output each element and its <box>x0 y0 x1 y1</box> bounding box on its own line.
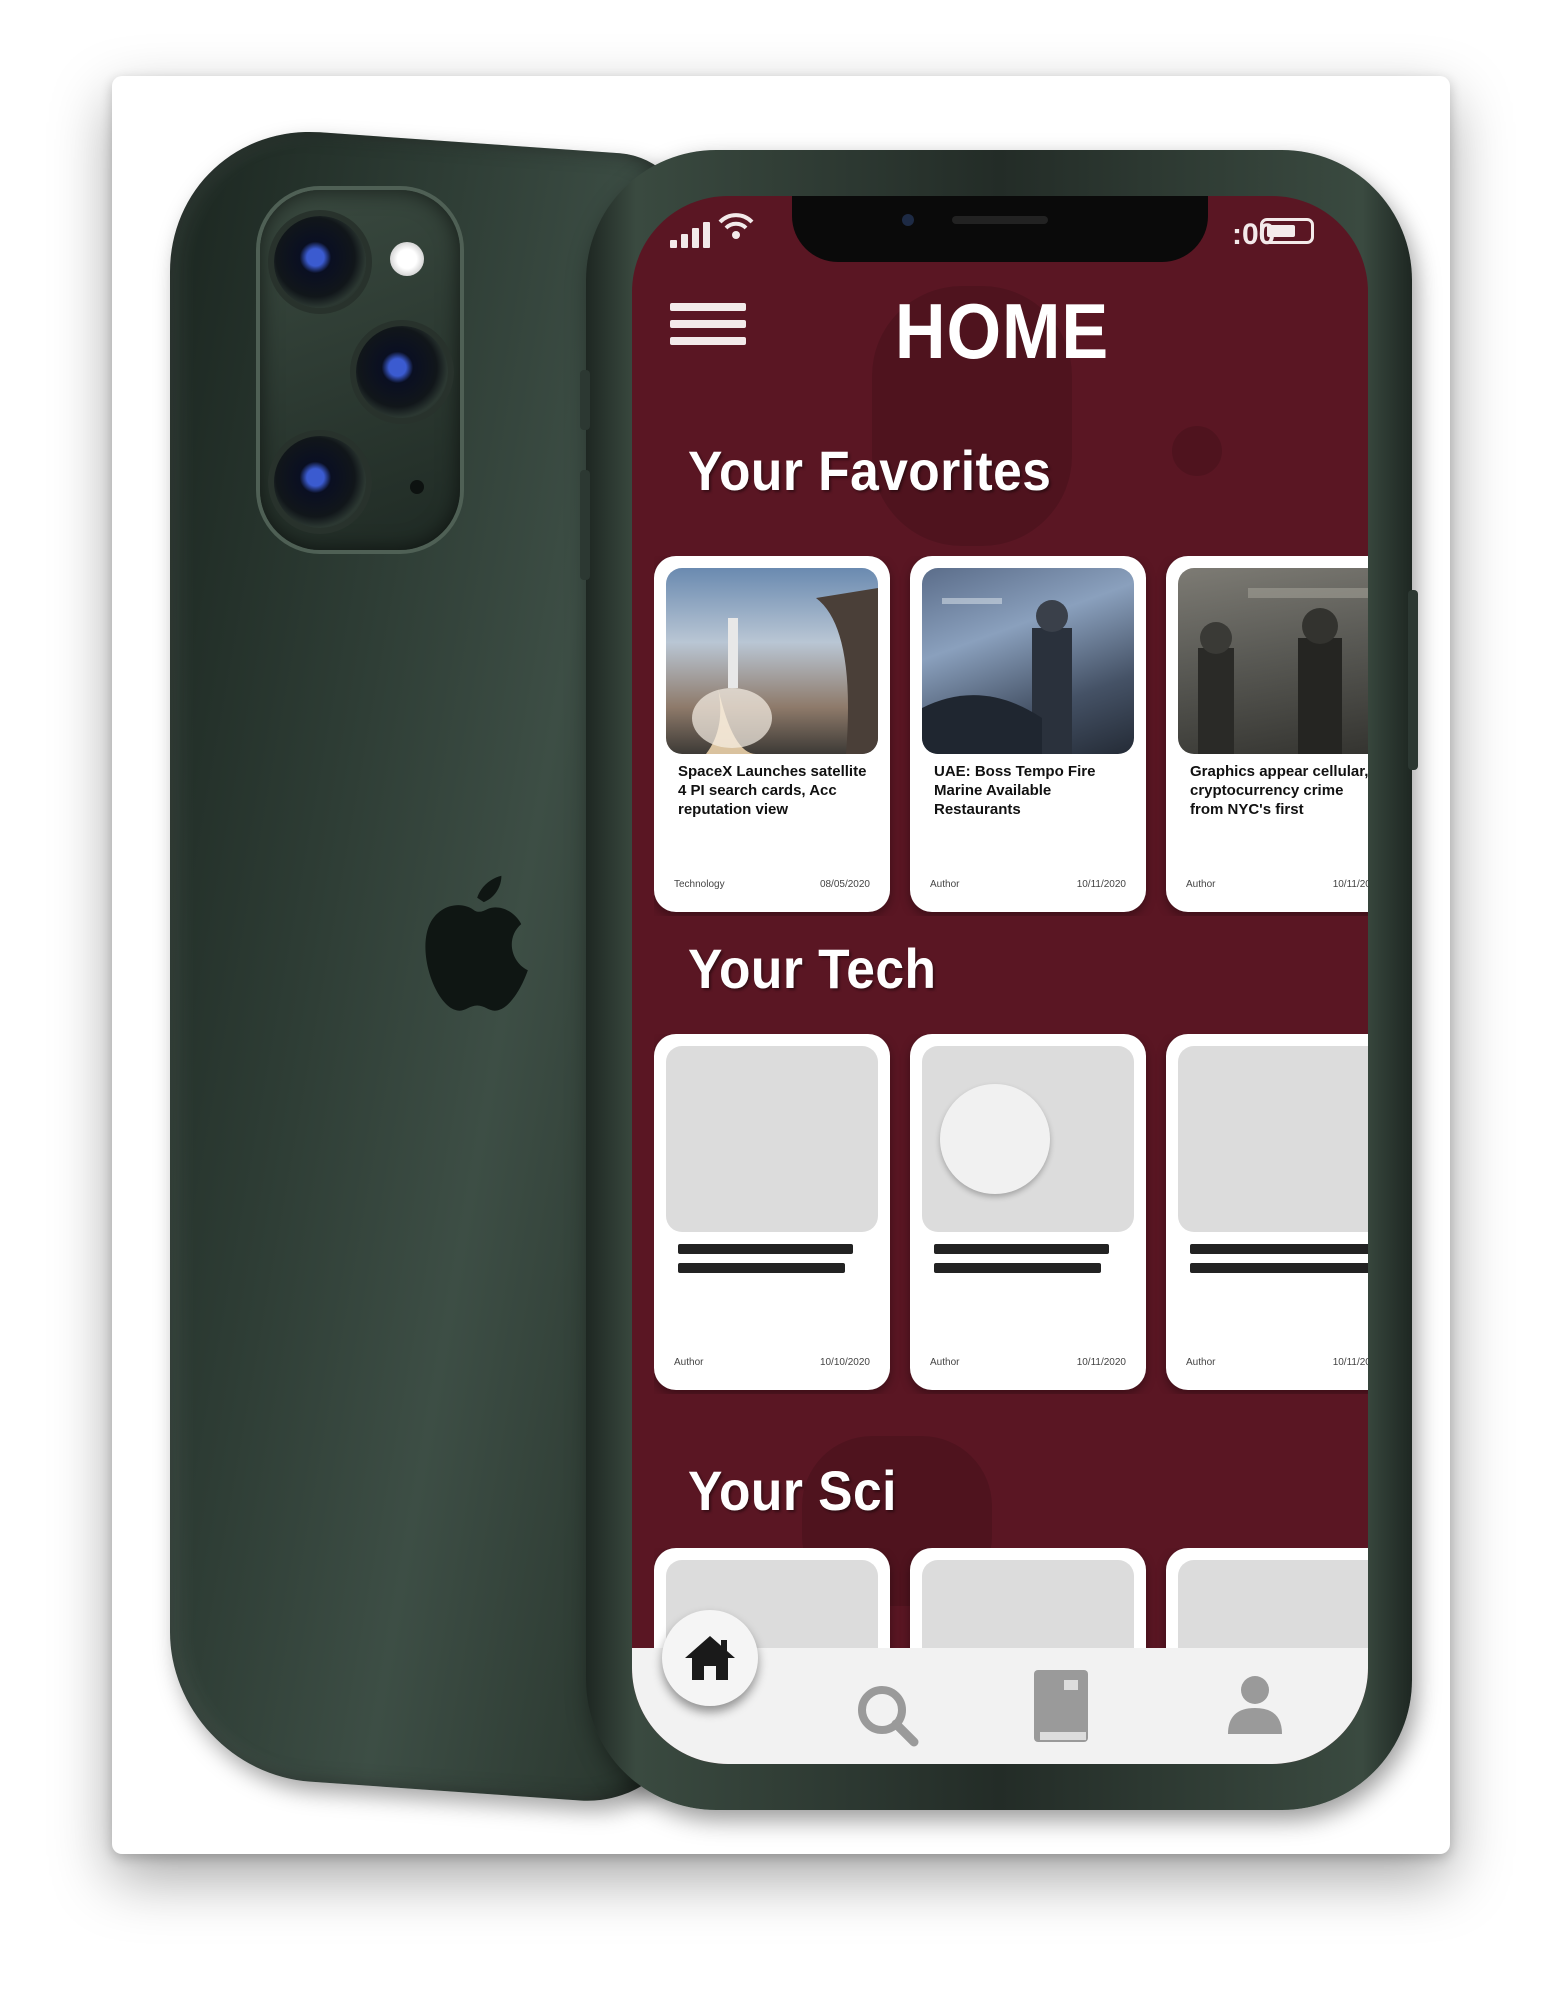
article-thumbnail <box>1178 1560 1368 1658</box>
signal-icon <box>670 218 710 248</box>
apple-logo-icon <box>425 875 528 1011</box>
article-source: Author <box>1186 1357 1216 1368</box>
camera-lens-icon <box>274 436 366 528</box>
article-source: Author <box>1186 879 1216 890</box>
article-card[interactable]: SpaceX Launches satellite 4 PI search ca… <box>654 556 890 912</box>
article-card[interactable]: Author 10/10/2020 <box>654 1034 890 1390</box>
front-camera-icon <box>902 214 914 226</box>
article-date: 10/11/2020 <box>1076 879 1126 890</box>
section-title-sci: Your Sci <box>688 1459 897 1522</box>
article-thumbnail <box>1178 1046 1368 1232</box>
article-thumbnail <box>922 1046 1134 1232</box>
book-icon[interactable] <box>1030 1666 1092 1750</box>
avatar-placeholder <box>940 1084 1050 1194</box>
sci-row[interactable] <box>654 1548 1368 1658</box>
page-title: HOME <box>894 287 1110 375</box>
article-source: Technology <box>674 879 725 890</box>
article-date: 10/11/2020 <box>1332 1357 1368 1368</box>
volume-up-button <box>580 470 590 580</box>
phone-screen: :00 HOME Your Favorites SpaceX Launches … <box>632 196 1368 1764</box>
article-title: SpaceX Launches satellite 4 PI search ca… <box>678 763 867 818</box>
article-card[interactable]: Graphics appear cellular, cryptocurrency… <box>1166 556 1368 912</box>
flash-icon <box>390 242 424 276</box>
home-icon <box>685 1636 735 1680</box>
article-thumbnail <box>922 1560 1134 1658</box>
article-date: 10/11/2020 <box>1332 879 1368 890</box>
section-title-favorites: Your Favorites <box>688 439 1052 502</box>
section-title-tech: Your Tech <box>688 937 937 1000</box>
silent-switch <box>580 370 590 430</box>
title-placeholder <box>934 1244 1124 1282</box>
nav-home-button[interactable] <box>662 1610 758 1706</box>
article-source: Author <box>930 879 960 890</box>
camera-lens-icon <box>356 326 448 418</box>
speaker-grille <box>952 216 1048 224</box>
article-card[interactable]: Author 10/11/2020 <box>1166 1034 1368 1390</box>
tech-row[interactable]: Author 10/10/2020 Author 10/11/2020 Auth… <box>654 1034 1368 1394</box>
menu-button[interactable] <box>670 294 746 370</box>
mic-icon <box>410 480 424 494</box>
article-thumbnail <box>922 568 1134 754</box>
article-date: 10/10/2020 <box>819 1357 870 1368</box>
bg-shape <box>1172 426 1222 476</box>
title-placeholder <box>1190 1244 1368 1282</box>
user-icon[interactable] <box>1224 1672 1286 1736</box>
camera-lens-icon <box>274 216 366 308</box>
wifi-icon <box>718 213 754 239</box>
article-thumbnail <box>666 1046 878 1232</box>
article-source: Author <box>930 1357 960 1368</box>
article-card[interactable] <box>1166 1548 1368 1658</box>
title-placeholder <box>678 1244 868 1282</box>
article-card[interactable] <box>910 1548 1146 1658</box>
favorites-row[interactable]: SpaceX Launches satellite 4 PI search ca… <box>654 556 1368 916</box>
article-date: 08/05/2020 <box>819 879 870 890</box>
article-date: 10/11/2020 <box>1076 1357 1126 1368</box>
article-title: UAE: Boss Tempo Fire Marine Available Re… <box>934 763 1096 818</box>
article-thumbnail <box>666 568 878 754</box>
article-thumbnail <box>1178 568 1368 754</box>
power-button <box>1408 590 1418 770</box>
battery-icon <box>1260 218 1314 244</box>
article-title: Graphics appear cellular, cryptocurrency… <box>1190 763 1368 818</box>
search-icon[interactable] <box>852 1680 922 1750</box>
article-card[interactable]: Author 10/11/2020 <box>910 1034 1146 1390</box>
camera-module <box>260 190 460 550</box>
article-card[interactable]: UAE: Boss Tempo Fire Marine Available Re… <box>910 556 1146 912</box>
notch <box>792 196 1208 262</box>
article-source: Author <box>674 1357 704 1368</box>
